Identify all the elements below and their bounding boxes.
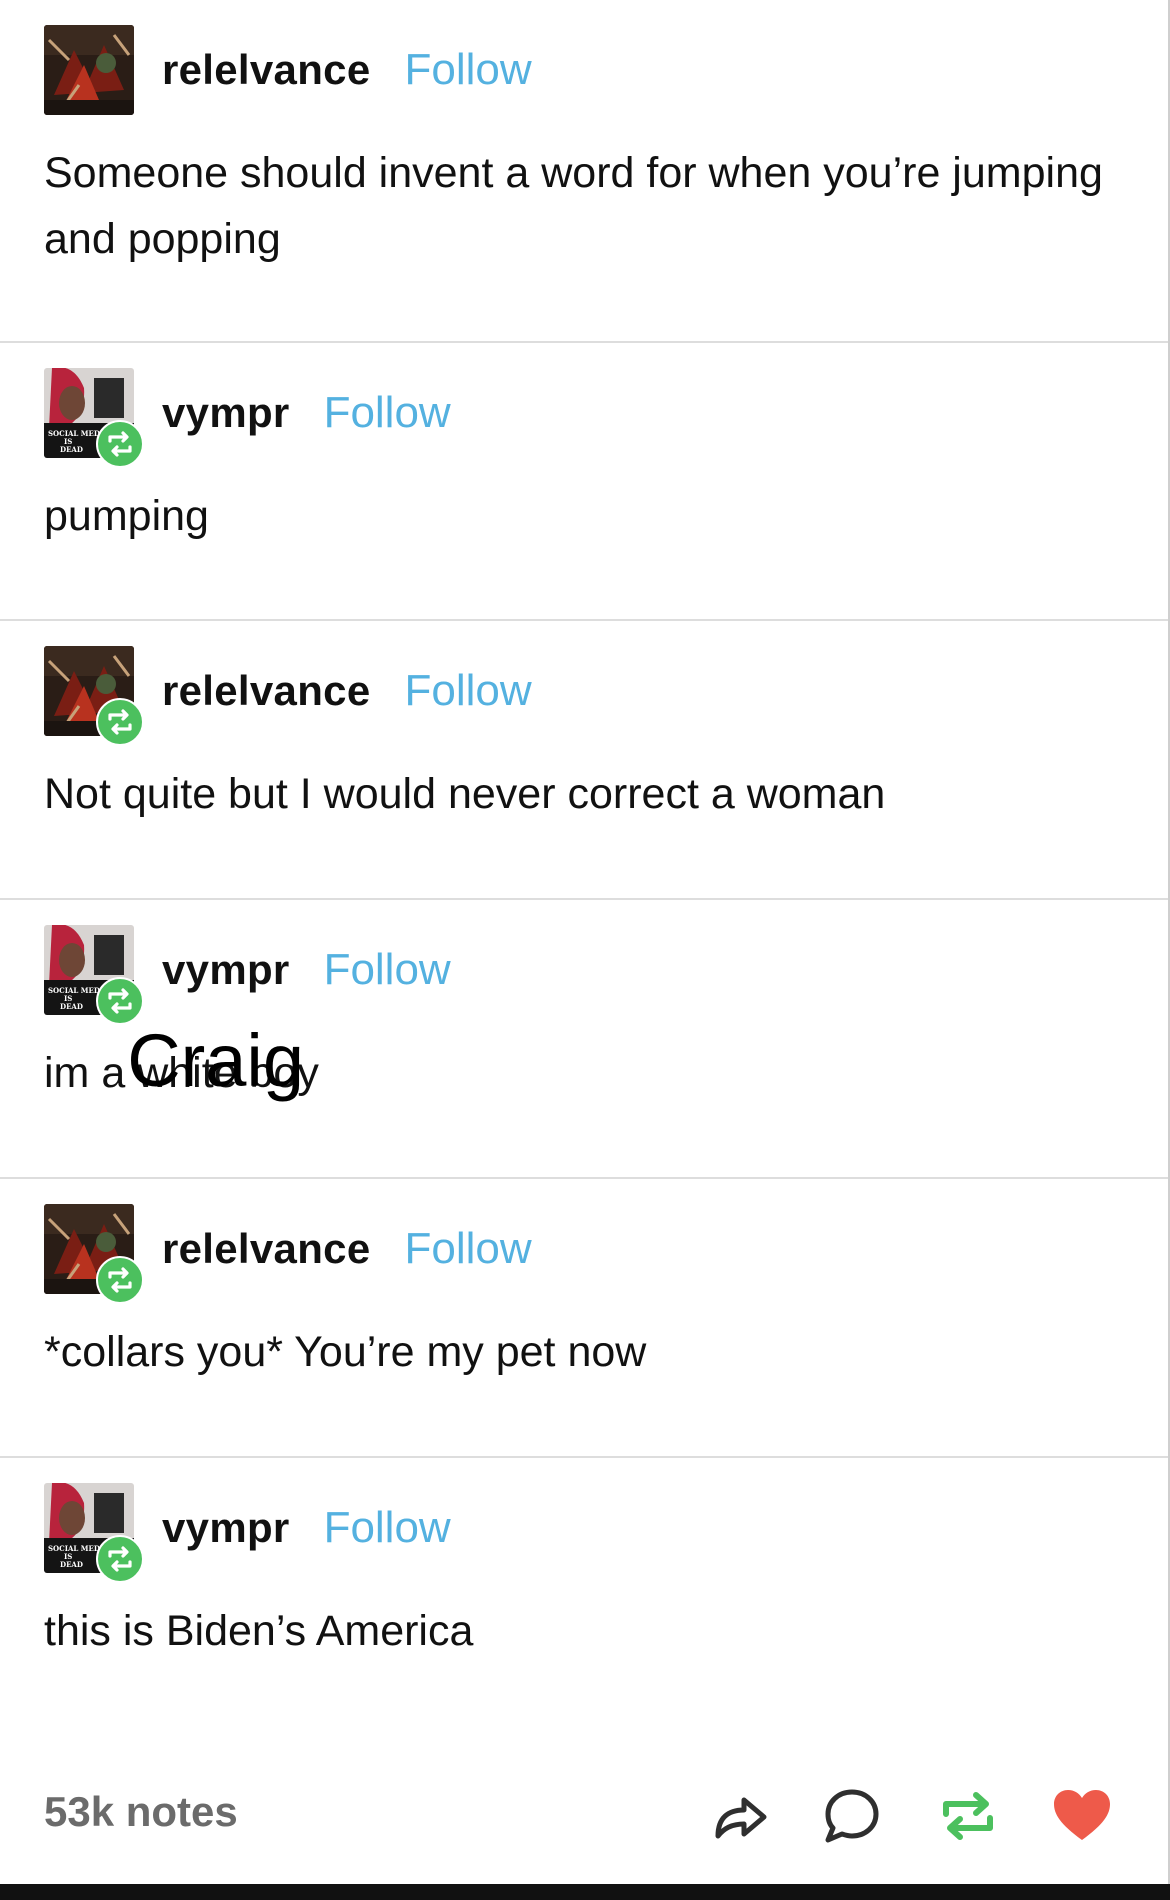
avatar-vympr[interactable]: SOCIAL MEDIA IS DEAD (44, 925, 144, 1025)
reblog-badge-icon (96, 1256, 144, 1304)
follow-button[interactable]: Follow (405, 1224, 532, 1274)
post-header: relelvance Follow (44, 24, 532, 116)
post-text: im a white boy Craig (44, 1024, 1104, 1106)
post-0: relelvance Follow Someone should invent … (0, 0, 1168, 343)
svg-text:DEAD: DEAD (60, 445, 83, 454)
username[interactable]: relelvance (162, 46, 371, 94)
avatar-vympr[interactable]: SOCIAL MEDIA IS DEAD (44, 1483, 144, 1583)
post-text: Someone should invent a word for when yo… (44, 149, 1103, 263)
reblog-badge-icon (96, 1535, 144, 1583)
follow-button[interactable]: Follow (324, 388, 451, 438)
username[interactable]: relelvance (162, 667, 371, 715)
reblog-button[interactable] (936, 1784, 1000, 1848)
post-header: relelvance Follow (44, 645, 532, 746)
post-4: relelvance Follow *collars you* You’re m… (0, 1179, 1168, 1458)
post-2: relelvance Follow Not quite but I would … (0, 621, 1168, 900)
username[interactable]: vympr (162, 946, 290, 994)
username[interactable]: vympr (162, 389, 290, 437)
share-button[interactable] (708, 1784, 772, 1848)
post-text: Not quite but I would never correct a wo… (44, 770, 886, 818)
share-icon (715, 1797, 767, 1839)
reblog-badge-icon (96, 977, 144, 1025)
obscured-text-wrap: white boy Craig (127, 1024, 319, 1106)
post-1: SOCIAL MEDIA IS DEAD vympr Follow pumpin… (0, 343, 1168, 621)
svg-text:DEAD: DEAD (60, 1560, 83, 1569)
follow-button[interactable]: Follow (324, 945, 451, 995)
avatar-image (44, 25, 134, 115)
follow-button[interactable]: Follow (405, 45, 532, 95)
like-icon (1054, 1790, 1110, 1840)
like-button[interactable] (1050, 1784, 1114, 1848)
post-header: SOCIAL MEDIA IS DEAD vympr Follow (44, 367, 451, 468)
avatar-relelvance[interactable] (44, 25, 134, 115)
post-footer: 53k notes (0, 1760, 1168, 1870)
reply-button[interactable] (820, 1784, 884, 1848)
svg-text:DEAD: DEAD (60, 1002, 83, 1011)
post-text: *collars you* You’re my pet now (44, 1328, 647, 1376)
username[interactable]: vympr (162, 1504, 290, 1552)
post-text-prefix: im a (44, 1049, 138, 1097)
post-3: SOCIAL MEDIA IS DEAD vympr Follow im a w… (0, 900, 1168, 1179)
post-5: SOCIAL MEDIA IS DEAD vympr Follow this i… (0, 1458, 1168, 1758)
avatar-relelvance[interactable] (44, 646, 144, 746)
notes-count[interactable]: 53k notes (44, 1788, 238, 1836)
avatar-vympr[interactable]: SOCIAL MEDIA IS DEAD (44, 368, 144, 468)
avatar-relelvance[interactable] (44, 1204, 144, 1304)
username[interactable]: relelvance (162, 1225, 371, 1273)
follow-button[interactable]: Follow (405, 666, 532, 716)
post-header: SOCIAL MEDIA IS DEAD vympr Follow (44, 1482, 451, 1583)
reply-icon (825, 1789, 879, 1843)
bottom-edge (0, 1884, 1170, 1900)
follow-button[interactable]: Follow (324, 1503, 451, 1553)
post-header: relelvance Follow (44, 1203, 532, 1304)
reblog-badge-icon (96, 420, 144, 468)
post-text: this is Biden’s America (44, 1607, 474, 1655)
reblog-badge-icon (96, 698, 144, 746)
reblog-icon (943, 1792, 993, 1840)
post-text: pumping (44, 492, 209, 540)
overlay-text: Craig (127, 1019, 305, 1102)
post-header: SOCIAL MEDIA IS DEAD vympr Follow (44, 924, 451, 1025)
